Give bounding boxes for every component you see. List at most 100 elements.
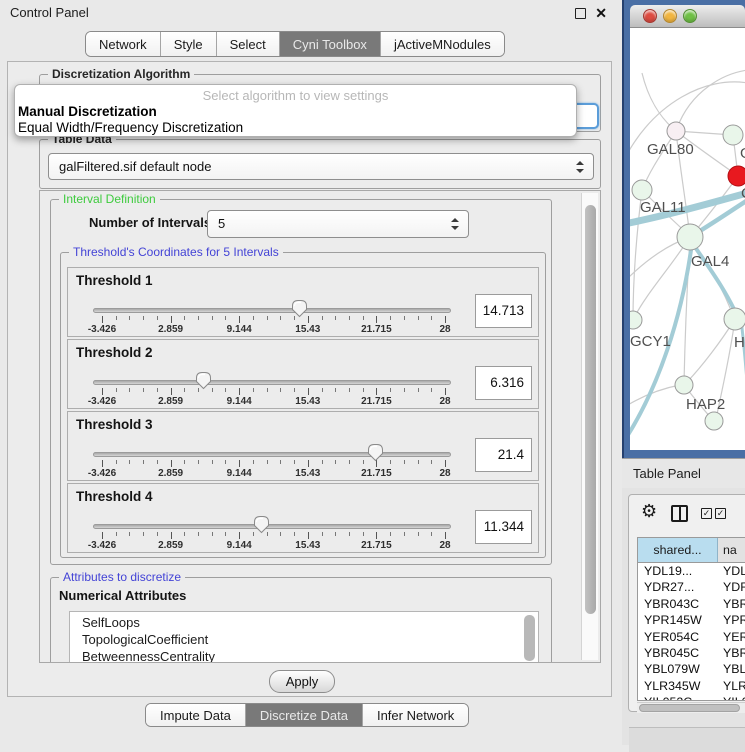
table-row[interactable]: YDL19...YDL1 [638,563,745,579]
threshold-value-field[interactable]: 6.316 [475,366,532,400]
checkbox-icon[interactable]: ✓ [715,508,726,519]
table-row[interactable]: YDR27...YDR2 [638,579,745,595]
tab-jactivemnodules[interactable]: jActiveMNodules [380,32,504,56]
tick-mark [308,532,309,539]
network-window-titlebar[interactable] [630,5,745,28]
table-hscrollbar-thumb[interactable] [639,704,740,712]
tick-mark [349,460,350,464]
table-row[interactable]: YPR145WYPR1 [638,612,745,628]
table-cell-shared-name[interactable]: YBL079W [638,661,718,677]
tab-impute-data[interactable]: Impute Data [146,704,245,726]
tab-network[interactable]: Network [86,32,160,56]
tab-discretize-data[interactable]: Discretize Data [245,704,362,726]
network-node-gal4[interactable] [677,224,703,250]
table-row[interactable]: YIL052CYIL0 [638,694,745,701]
column-header-shared-name[interactable]: shared... [638,538,718,562]
table-cell-name[interactable]: YDR2 [718,579,745,595]
node-label-gcy1: GCY1 [630,333,671,350]
tab-cyni-toolbox[interactable]: Cyni Toolbox [279,32,380,56]
table-cell-name[interactable]: YBR0 [718,596,745,612]
settings-scroll-panel: Interval Definition Number of Intervals … [39,190,601,663]
apply-button[interactable]: Apply [269,670,335,693]
table-cell-name[interactable]: YIL0 [718,694,745,701]
control-panel-title: Control Panel [10,0,89,26]
zoom-light[interactable] [683,9,697,23]
table-row[interactable]: YBR043CYBR0 [638,596,745,612]
table-hscrollbar-track[interactable] [637,702,745,713]
column-header-name[interactable]: na [718,538,745,562]
table-data-combobox[interactable]: galFiltered.sif default node [48,153,594,180]
network-edge [642,73,676,131]
threshold-slider-track[interactable] [93,380,451,385]
threshold-slider-track[interactable] [93,308,451,313]
network-node-red[interactable] [728,166,745,186]
table-panel-footer [629,727,745,752]
tick-label: -3.426 [88,540,116,551]
checkbox-icon[interactable]: ✓ [701,508,712,519]
table-row[interactable]: YLR345WYLR3 [638,678,745,694]
threshold-value-field[interactable]: 14.713 [475,294,532,328]
table-cell-shared-name[interactable]: YER054C [638,629,718,645]
table-cell-shared-name[interactable]: YBR045C [638,645,718,661]
threshold-slider-track[interactable] [93,524,451,529]
tab-select[interactable]: Select [216,32,279,56]
table-cell-name[interactable]: YBL0 [718,661,745,677]
threshold-slider-track[interactable] [93,452,451,457]
network-node-gal11[interactable] [632,180,652,200]
algorithm-option-equal-width-frequency-discretization[interactable]: Equal Width/Frequency Discretization [15,120,576,136]
tab-infer-network[interactable]: Infer Network [362,704,468,726]
network-node-gal80[interactable] [667,122,685,140]
table-cell-name[interactable]: YER0 [718,629,745,645]
table-cell-shared-name[interactable]: YDL19... [638,563,718,579]
threshold-slider-thumb[interactable] [291,299,308,318]
table-row[interactable]: YER054CYER0 [638,629,745,645]
table-cell-name[interactable]: YPR1 [718,612,745,628]
tick-mark [198,316,199,320]
tick-mark [335,316,336,320]
network-node-b1[interactable] [705,412,723,430]
table-cell-shared-name[interactable]: YLR345W [638,678,718,694]
minimize-light[interactable] [663,9,677,23]
table-row[interactable]: YBR045CYBR0 [638,645,745,661]
threshold-slider-thumb[interactable] [195,371,212,390]
table-cell-shared-name[interactable]: YBR043C [638,596,718,612]
table-row[interactable]: YBL079WYBL0 [638,661,745,677]
attribute-item-betweennesscentrality[interactable]: BetweennessCentrality [82,648,538,663]
tick-mark [431,388,432,392]
attribute-item-topologicalcoefficient[interactable]: TopologicalCoefficient [82,631,538,648]
threshold-value-field[interactable]: 21.4 [475,438,532,472]
close-icon[interactable]: ✕ [595,4,607,22]
panel-scrollbar-thumb[interactable] [585,205,596,614]
tab-label: Impute Data [160,708,231,723]
panel-scrollbar-track[interactable] [581,193,598,660]
table-cell-name[interactable]: YDL1 [718,563,745,579]
table-cell-name[interactable]: YLR3 [718,678,745,694]
table-cell-shared-name[interactable]: YDR27... [638,579,718,595]
columns-icon[interactable] [671,505,688,522]
threshold-slider-thumb[interactable] [367,443,384,462]
algorithm-dropdown-popup: Select algorithm to view settings Manual… [14,84,577,137]
threshold-slider-thumb[interactable] [253,515,270,534]
table-cell-name[interactable]: YBR0 [718,645,745,661]
network-node-h[interactable] [724,308,745,330]
table-cell-shared-name[interactable]: YPR145W [638,612,718,628]
node-label-gal4: GAL4 [691,253,729,270]
network-node-ga[interactable] [723,125,743,145]
tab-style[interactable]: Style [160,32,216,56]
attribute-item-selfloops[interactable]: SelfLoops [82,614,538,631]
network-view[interactable]: GAL80GACGAL11GAL4GCY1HHAP2 [630,28,745,450]
list-scrollbar-thumb[interactable] [524,615,535,661]
close-light[interactable] [643,9,657,23]
gear-icon[interactable]: ⚙ [641,501,657,523]
network-node-hap2[interactable] [675,376,693,394]
tick-mark [129,532,130,536]
table-cell-shared-name[interactable]: YIL052C [638,694,718,701]
tick-label: 9.144 [227,324,252,335]
tick-mark [267,316,268,320]
threshold-value-field[interactable]: 11.344 [475,510,532,544]
network-node-gcy1[interactable] [630,311,642,329]
tick-mark [322,532,323,536]
float-window-icon[interactable] [575,8,586,19]
number-of-intervals-combobox[interactable]: 5 [207,210,469,238]
algorithm-option-manual-discretization[interactable]: Manual Discretization [15,104,576,120]
